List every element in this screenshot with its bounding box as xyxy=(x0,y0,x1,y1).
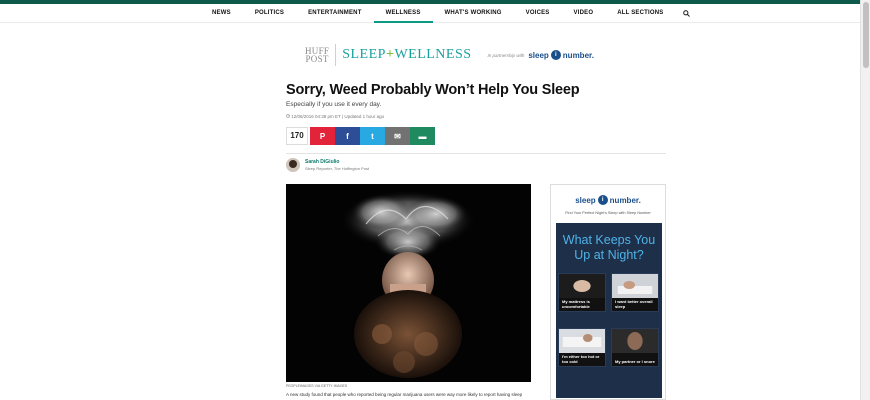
byline-divider xyxy=(286,153,666,154)
ad-sleep-number-logo[interactable]: sleep i number. xyxy=(551,195,665,205)
share-count: 170 xyxy=(286,127,308,145)
section-title-right: WELLNESS xyxy=(394,47,472,62)
email-share-button[interactable]: ✉ xyxy=(385,127,410,145)
ad-tile-temperature-image xyxy=(559,329,605,353)
clock-icon xyxy=(286,114,290,118)
ad-logo-number: number. xyxy=(609,195,641,205)
author-name[interactable]: Sarah DiGiulio xyxy=(305,159,369,165)
logo-post-text: POST xyxy=(305,54,329,64)
logo-sleep-word: sleep xyxy=(528,50,549,60)
nav-item-politics[interactable]: POLITICS xyxy=(243,4,296,23)
ad-tile-mattress-image xyxy=(559,274,605,298)
nav-item-whats-working[interactable]: WHAT'S WORKING xyxy=(433,4,514,23)
hero-photo-illustration xyxy=(286,184,531,382)
ad-tagline: Find Your Perfect Night's Sleep with Sle… xyxy=(565,211,651,215)
ad-tile-better-sleep-label: I want better overall sleep xyxy=(615,299,653,309)
ad-tile-snore-label: My partner or I snore xyxy=(615,359,655,364)
nav-item-voices[interactable]: VOICES xyxy=(514,4,562,23)
sleep-number-ad[interactable]: sleep i number. Find Your Perfect Night'… xyxy=(550,184,666,400)
sleep-number-dot-icon: i xyxy=(550,50,561,60)
ad-tile-temperature[interactable]: I'm either too hot or too cold xyxy=(558,328,606,367)
image-credit: PEOPLEIMAGES VIA GETTY IMAGES xyxy=(286,384,348,388)
ad-tile-better-sleep[interactable]: I want better overall sleep xyxy=(611,273,659,312)
share-bar: 170 P f t ✉ ▬ xyxy=(286,127,435,145)
ad-panel: What Keeps You Up at Night? My mattress … xyxy=(556,223,662,398)
ad-tile-temperature-label: I'm either too hot or too cold xyxy=(562,354,600,364)
section-title[interactable]: SLEEP+WELLNESS xyxy=(342,47,471,63)
ad-tile-mattress[interactable]: My mattress is uncomfortable xyxy=(558,273,606,312)
ad-tile-snore[interactable]: My partner or I snore xyxy=(611,328,659,367)
ad-tile-mattress-label: My mattress is uncomfortable xyxy=(562,299,590,309)
ad-logo-sleep: sleep xyxy=(575,195,596,205)
pinterest-share-button[interactable]: P xyxy=(310,127,335,145)
author-byline: Sarah DiGiulio Sleep Reporter, The Huffi… xyxy=(286,158,369,172)
vertical-scrollbar[interactable] xyxy=(860,0,870,400)
sleep-number-logo[interactable]: sleep i number. xyxy=(528,50,594,60)
nav-item-video[interactable]: VIDEO xyxy=(562,4,606,23)
section-branding: HUFF POST SLEEP+WELLNESS In partnership … xyxy=(305,42,594,68)
timestamp-text: 12/06/2016 04:38 pm ET | Updated 1 hour … xyxy=(291,114,385,119)
scrollbar-thumb[interactable] xyxy=(863,2,869,68)
twitter-share-button[interactable]: t xyxy=(360,127,385,145)
article-timestamp: 12/06/2016 04:38 pm ET | Updated 1 hour … xyxy=(286,114,384,119)
partner-text: In partnership with xyxy=(487,52,525,58)
comment-button[interactable]: ▬ xyxy=(410,127,435,145)
logo-number-word: number. xyxy=(562,50,594,60)
article-body: A new study found that people who report… xyxy=(286,392,523,397)
search-icon[interactable] xyxy=(679,4,693,23)
author-role: Sleep Reporter, The Huffington Post xyxy=(305,166,370,171)
nav-items: NEWS POLITICS ENTERTAINMENT WELLNESS WHA… xyxy=(200,4,693,23)
ad-sleep-number-dot-icon: i xyxy=(597,195,608,205)
huffpost-logo[interactable]: HUFF POST xyxy=(305,47,329,64)
brand-divider xyxy=(335,44,337,66)
ad-tile-snore-image xyxy=(612,329,658,353)
ad-question: What Keeps You Up at Night? xyxy=(562,233,656,262)
facebook-share-button[interactable]: f xyxy=(335,127,360,145)
nav-item-entertainment[interactable]: ENTERTAINMENT xyxy=(296,4,374,23)
nav-item-news[interactable]: NEWS xyxy=(200,4,243,23)
ad-tile-better-sleep-image xyxy=(612,274,658,298)
article-subhead: Especially if you use it every day. xyxy=(286,101,382,108)
article-headline: Sorry, Weed Probably Won’t Help You Slee… xyxy=(286,82,580,98)
nav-item-all-sections[interactable]: ALL SECTIONS xyxy=(605,4,675,23)
section-title-left: SLEEP xyxy=(342,47,386,62)
hero-image xyxy=(286,184,531,382)
main-nav: NEWS POLITICS ENTERTAINMENT WELLNESS WHA… xyxy=(0,4,860,23)
author-avatar[interactable] xyxy=(286,158,300,172)
nav-item-wellness[interactable]: WELLNESS xyxy=(373,4,433,23)
